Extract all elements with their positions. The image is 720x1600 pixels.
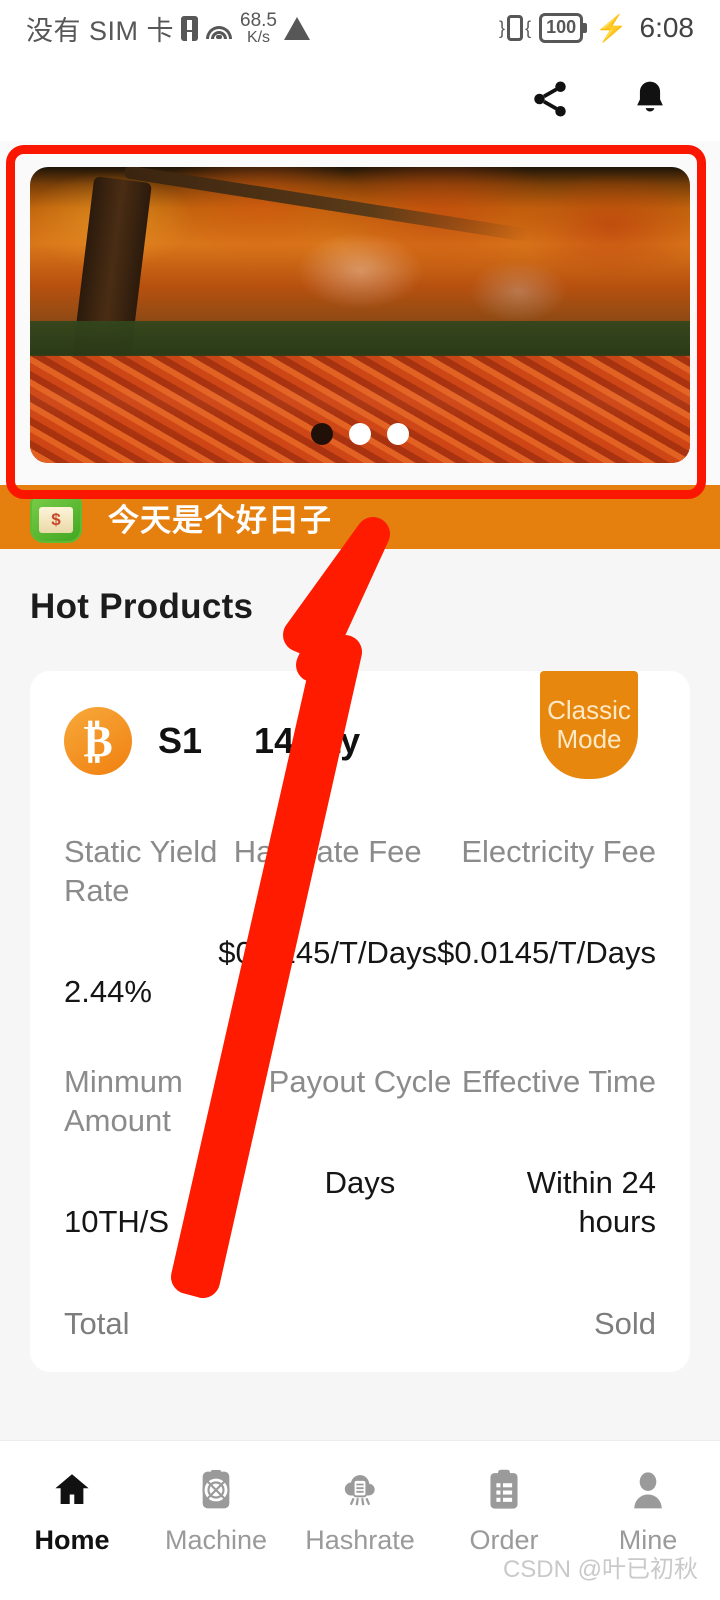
spec-label: Static Yield Rate [64, 834, 218, 908]
spec-cell: Electricity Fee $0.0145/T/Days [437, 833, 656, 1011]
product-spec-grid-row-2: Minmum Amount 10TH/S Payout Cycle Days E… [64, 1063, 656, 1241]
spec-cell: Minmum Amount 10TH/S [64, 1063, 261, 1241]
sim-card-icon [181, 15, 199, 41]
clipboard-order-icon [481, 1467, 527, 1513]
spec-value: Within 24 hours [526, 1165, 656, 1239]
banner-carousel[interactable] [0, 141, 720, 485]
total-label: Total [64, 1305, 130, 1341]
product-duration: 14Day [254, 720, 361, 761]
user-profile-icon [625, 1467, 671, 1513]
nav-item-order[interactable]: Order [432, 1467, 576, 1556]
spec-cell: Hashrate Fee $0.0145/T/Days [218, 833, 437, 1011]
bell-icon[interactable] [624, 73, 676, 125]
status-bar-left: 没有 SIM 卡 68.5 K/s [26, 9, 499, 48]
leaf-ground [30, 356, 690, 463]
charging-bolt-icon: ⚡ [595, 12, 628, 43]
product-spec-grid-row-1: Static Yield Rate 2.44% Hashrate Fee $0.… [64, 833, 656, 1011]
nav-item-hashrate[interactable]: Hashrate [288, 1467, 432, 1556]
badge-line-2: Mode [556, 724, 622, 754]
nav-label-home: Home [34, 1525, 110, 1555]
share-icon[interactable] [524, 73, 576, 125]
battery-icon: 100 [539, 13, 588, 43]
network-speed: 68.5 K/s [240, 11, 277, 46]
product-name: S1 [158, 720, 203, 761]
network-speed-value: 68.5 [240, 9, 277, 31]
vibrate-icon: } { [499, 15, 531, 41]
spec-value: $0.0145/T/Days [437, 934, 656, 970]
sold-label: Sold [593, 1305, 656, 1341]
spec-cell: Payout Cycle Days [261, 1063, 458, 1241]
warning-icon [284, 16, 310, 40]
spec-value: 2.44% [64, 973, 152, 1009]
classic-mode-badge: Classic Mode [540, 671, 638, 779]
announcement-bar[interactable]: 今天是个好日子 [0, 485, 720, 549]
section-title-hot-products: Hot Products [30, 587, 254, 626]
spec-label: Payout Cycle [268, 1064, 452, 1100]
gift-money-icon [30, 491, 82, 543]
spec-label: Hashrate Fee [233, 834, 422, 869]
spec-cell: Effective Time Within 24 hours [459, 1063, 656, 1241]
banner-image[interactable] [30, 167, 690, 463]
carousel-dot-3[interactable] [387, 423, 409, 445]
status-bar: 没有 SIM 卡 68.5 K/s } { 100 ⚡ 6:08 [0, 0, 720, 56]
carousel-dot-1[interactable] [311, 423, 333, 445]
csdn-watermark: CSDN @叶已初秋 [502, 1556, 698, 1583]
carousel-dots[interactable] [30, 423, 690, 445]
nav-item-mine[interactable]: Mine [576, 1467, 720, 1556]
spec-value: Days [324, 1165, 396, 1200]
spec-label: Effective Time [461, 1064, 656, 1100]
status-bar-right: } { 100 ⚡ 6:08 [499, 12, 694, 44]
nav-item-machine[interactable]: Machine [144, 1467, 288, 1556]
hashrate-cloud-icon [337, 1467, 383, 1513]
bitcoin-icon: ₿ [64, 707, 132, 775]
nav-item-home[interactable]: Home [0, 1467, 144, 1556]
home-icon [49, 1467, 95, 1513]
miner-machine-icon [193, 1467, 239, 1513]
carousel-dot-2[interactable] [349, 423, 371, 445]
spec-value: 10TH/S [64, 1203, 170, 1239]
spec-label: Electricity Fee [461, 834, 656, 869]
badge-line-1: Classic [547, 694, 631, 725]
product-totals-row: Total Sold [64, 1306, 656, 1342]
spec-value: $0.0145/T/Days [218, 934, 438, 970]
network-speed-unit: K/s [246, 28, 271, 46]
clock-label: 6:08 [639, 12, 695, 43]
nav-label-machine: Machine [164, 1525, 268, 1555]
battery-level: 100 [539, 13, 584, 43]
nav-label-hashrate: Hashrate [305, 1525, 415, 1555]
carrier-label: 没有 SIM 卡 [26, 15, 175, 46]
app-bar [0, 56, 720, 141]
spec-label: Minmum Amount [64, 1064, 183, 1138]
announcement-text: 今天是个好日子 [108, 502, 332, 538]
wifi-icon [205, 17, 233, 39]
spec-cell: Static Yield Rate 2.44% [64, 833, 218, 1011]
product-card[interactable]: Classic Mode ₿ S1 14Day Static Yield Rat… [30, 671, 690, 1372]
